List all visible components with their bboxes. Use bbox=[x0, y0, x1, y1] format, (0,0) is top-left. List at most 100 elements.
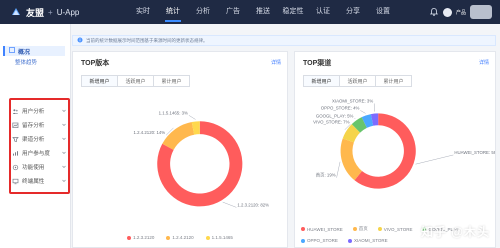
legend-label: XIAOMI_STORE bbox=[353, 238, 388, 243]
slice-connector bbox=[222, 201, 237, 208]
tab-active-users[interactable]: 活跃用户 bbox=[117, 75, 153, 87]
slice-connector bbox=[360, 110, 366, 114]
slice-label: VIVO_STORE: 7% bbox=[313, 119, 350, 124]
nav-settings[interactable]: 设置 bbox=[368, 0, 398, 24]
slice-label: GOOGL_PLAY: 5% bbox=[316, 113, 354, 118]
legend-label: 1.2.4.2120 bbox=[172, 235, 194, 240]
user-name[interactable]: 产品 bbox=[456, 9, 466, 16]
sidebar-item-retention-analysis[interactable]: 留存分析 bbox=[12, 118, 67, 132]
slice-- bbox=[340, 138, 362, 181]
slice-connector bbox=[415, 154, 454, 165]
sidebar-item-terminal-properties[interactable]: 终端属性 bbox=[12, 174, 67, 188]
legend-item[interactable]: 1.2.3.2120 bbox=[127, 235, 154, 240]
sidebar-item-label: 终端属性 bbox=[22, 179, 45, 185]
tab-new-users[interactable]: 新增用户 bbox=[303, 75, 339, 87]
nav-ads[interactable]: 广告 bbox=[218, 0, 248, 24]
slice-connector bbox=[165, 127, 174, 136]
slice-label: OPPO_STORE: 4% bbox=[321, 105, 360, 110]
slice-connector bbox=[344, 124, 351, 130]
legend-label: VIVO_STORE bbox=[383, 226, 413, 232]
sidebar-item-overview[interactable]: 概况 bbox=[3, 46, 65, 56]
slice-label: 首页: 19% bbox=[316, 172, 336, 179]
slice-xiaomi-store bbox=[370, 113, 379, 126]
legend-dot bbox=[347, 238, 352, 243]
sidebar-item-user-analysis[interactable]: 用户分析 bbox=[12, 104, 67, 118]
tab-cumulative-users[interactable]: 累计用户 bbox=[375, 75, 412, 87]
nav-auth[interactable]: 认证 bbox=[308, 0, 338, 24]
legend-item[interactable]: 1.2.4.2120 bbox=[166, 235, 194, 240]
watermark: 知乎 @木头 bbox=[420, 225, 490, 239]
brand-logo[interactable]: 友盟 + U-App bbox=[10, 4, 79, 20]
tab-cumulative-users[interactable]: 累计用户 bbox=[153, 75, 190, 87]
legend-item[interactable]: VIVO_STORE bbox=[377, 226, 413, 232]
sidebar-item-channel-analysis[interactable]: 渠道分析 bbox=[12, 132, 67, 146]
legend-dot bbox=[377, 227, 382, 231]
main-nav: 实时 统计 分析 广告 推送 稳定性 认证 分享 设置 bbox=[128, 0, 398, 24]
panel-title: TOP版本 bbox=[81, 60, 110, 67]
legend-dot bbox=[301, 238, 305, 243]
slice-1-1-5-1465 bbox=[191, 121, 200, 135]
version-legend: 1.2.3.2120 1.2.4.2120 1.1.5.1465 bbox=[73, 235, 287, 240]
sidebar-overview-group: 概况 整体趋势 bbox=[3, 46, 65, 67]
tab-new-users[interactable]: 新增用户 bbox=[81, 75, 117, 87]
legend-label: 1.2.3.2120 bbox=[133, 235, 155, 240]
slice-label: 1.1.5.1465: 3% bbox=[159, 110, 188, 115]
nav-push[interactable]: 推送 bbox=[248, 0, 278, 24]
legend-label: HUAWEI_STORE bbox=[307, 226, 343, 232]
legend-item[interactable]: 首页 bbox=[352, 226, 368, 232]
nav-realtime[interactable]: 实时 bbox=[128, 0, 158, 24]
slice-connector bbox=[188, 115, 196, 120]
sidebar-menu: 用户分析 留存分析 渠道分析 用户参与度 功能使用 终端属性 bbox=[12, 104, 67, 188]
sidebar-item-label: 功能使用 bbox=[22, 165, 45, 171]
legend-label: OPPO_STORE bbox=[307, 238, 338, 243]
brand-mark-icon bbox=[10, 6, 22, 18]
app-name: U-App bbox=[56, 7, 80, 17]
nav-share[interactable]: 分享 bbox=[338, 0, 368, 24]
slice-googl-play bbox=[351, 117, 367, 133]
nav-analysis[interactable]: 分析 bbox=[188, 0, 218, 24]
legend-item[interactable]: OPPO_STORE bbox=[301, 238, 338, 243]
blurred-account-info bbox=[470, 5, 492, 19]
terminal-icon bbox=[12, 178, 19, 185]
legend-dot bbox=[127, 235, 132, 240]
chevron-down-icon bbox=[61, 150, 67, 156]
slice-label: 1.2.4.2120: 14% bbox=[134, 130, 166, 135]
function-icon bbox=[12, 164, 19, 171]
sidebar-item-label: 留存分析 bbox=[22, 123, 45, 129]
details-link[interactable]: 详情 bbox=[271, 59, 281, 66]
sidebar-item-trend[interactable]: 整体趋势 bbox=[15, 58, 37, 66]
slice-1-2-3-2120 bbox=[157, 121, 243, 207]
chevron-down-icon bbox=[61, 178, 67, 184]
sidebar-item-engagement[interactable]: 用户参与度 bbox=[12, 146, 67, 160]
slice-label: HUAWEI_STORE: 59% bbox=[454, 150, 495, 155]
channel-icon bbox=[12, 136, 19, 143]
chevron-down-icon bbox=[61, 108, 67, 114]
legend-item[interactable]: XIAOMI_STORE bbox=[347, 238, 388, 243]
brand-plus: + bbox=[48, 7, 53, 17]
channel-tabs: 新增用户 活跃用户 累计用户 bbox=[303, 75, 412, 87]
nav-statistics[interactable]: 统计 bbox=[158, 0, 188, 24]
sidebar-item-function-usage[interactable]: 功能使用 bbox=[12, 160, 67, 174]
legend-label: 1.1.5.1465 bbox=[211, 235, 233, 240]
chevron-down-icon bbox=[61, 136, 67, 142]
slice-vivo-store bbox=[342, 124, 361, 143]
legend-item[interactable]: 1.1.5.1465 bbox=[205, 235, 233, 240]
details-link[interactable]: 详情 bbox=[479, 59, 489, 66]
sidebar-item-label: 渠道分析 bbox=[22, 137, 45, 143]
slice-connector bbox=[336, 161, 341, 178]
tab-active-users[interactable]: 活跃用户 bbox=[339, 75, 375, 87]
slice-huawei-store bbox=[354, 113, 416, 189]
engagement-icon bbox=[12, 150, 19, 157]
legend-dot bbox=[166, 235, 171, 240]
chevron-down-icon bbox=[61, 164, 67, 170]
bell-icon[interactable] bbox=[429, 7, 439, 17]
nav-stability[interactable]: 稳定性 bbox=[278, 0, 308, 24]
sidebar-item-overview-label: 概况 bbox=[18, 49, 31, 56]
top-channel-panel: TOP渠道 详情 新增用户 活跃用户 累计用户 HUAWEI_STORE: 59… bbox=[294, 51, 496, 248]
avatar[interactable] bbox=[442, 7, 452, 17]
legend-item[interactable]: HUAWEI_STORE bbox=[301, 226, 343, 232]
sidebar-item-label: 用户分析 bbox=[22, 109, 45, 115]
top-navigation-bar: 友盟 + U-App 实时 统计 分析 广告 推送 稳定性 认证 分享 设置 产… bbox=[0, 0, 500, 24]
sidebar: 概况 整体趋势 用户分析 留存分析 渠道分析 用户参与度 功能使用 终端属性 bbox=[0, 24, 71, 248]
slice-label: 1.2.3.2120: 82% bbox=[237, 202, 269, 207]
